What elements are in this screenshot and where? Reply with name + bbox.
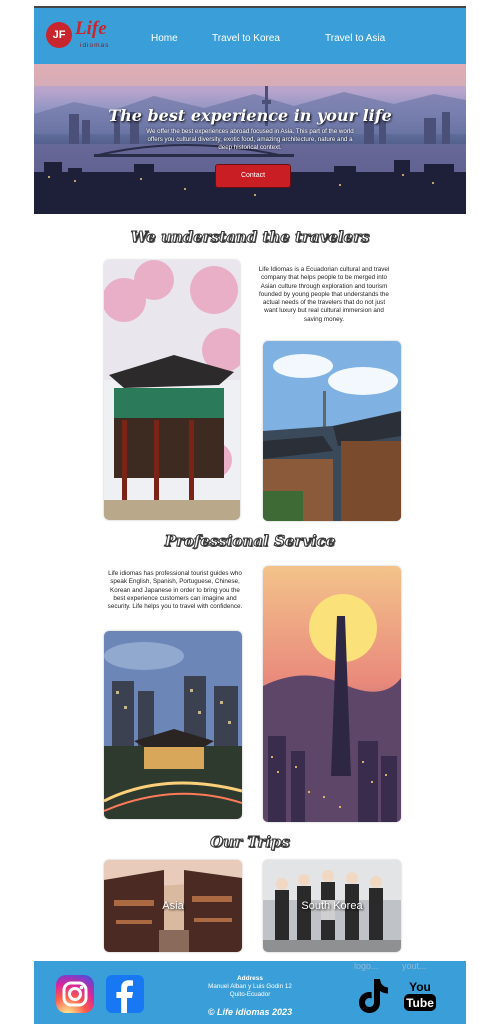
trip-card-asia[interactable]: Asia (104, 860, 242, 952)
section-title-travelers: We understand the travelers (130, 228, 370, 247)
nav-travel-korea[interactable]: Travel to Korea (212, 33, 280, 44)
hero-title: The best experience in your life (108, 106, 392, 125)
trip-card-south-korea[interactable]: South Korea (263, 860, 401, 952)
youtube-text-bottom: Tube (406, 996, 434, 1010)
top-nav: JF Life idiomas Home Travel to Korea Tra… (34, 8, 466, 64)
photo-hanok-village (263, 341, 401, 521)
photo-korean-temple (104, 260, 240, 520)
contact-button[interactable]: Contact (215, 164, 291, 188)
section-title-trips: Our Trips (210, 833, 291, 852)
nav-travel-asia[interactable]: Travel to Asia (325, 33, 385, 44)
logo-subtitle: idiomas (80, 42, 110, 49)
tiktok-icon[interactable] (356, 977, 390, 1015)
trip-label-south-korea: South Korea (301, 900, 363, 912)
hero-banner: The best experience in your life We offe… (34, 64, 466, 214)
trip-label-asia: Asia (162, 900, 184, 912)
logo-word: Life (75, 18, 107, 39)
youtube-placeholder-text: yout... (402, 961, 427, 971)
section2-text: Life idiomas has professional tourist gu… (107, 570, 243, 611)
section-title-professional: Professional Service (164, 532, 336, 551)
nav-home[interactable]: Home (151, 33, 178, 44)
logo-mark: JF (46, 22, 72, 48)
logo-placeholder-text: logo... (354, 961, 379, 971)
brand-logo[interactable]: JF Life idiomas (46, 18, 126, 54)
photo-namdaemun-night (104, 631, 242, 819)
section1-text: Life Idiomas is a Ecuadorian cultural an… (258, 266, 390, 323)
page: JF Life idiomas Home Travel to Korea Tra… (34, 6, 466, 1024)
youtube-icon[interactable]: You Tube (402, 979, 438, 1013)
hero-description: We offer the best experiences abroad foc… (146, 128, 354, 151)
footer: logo... yout... Address Manuel Alban y L… (34, 961, 466, 1024)
photo-seoul-tower-sunset (263, 566, 401, 822)
youtube-text-top: You (409, 980, 431, 994)
